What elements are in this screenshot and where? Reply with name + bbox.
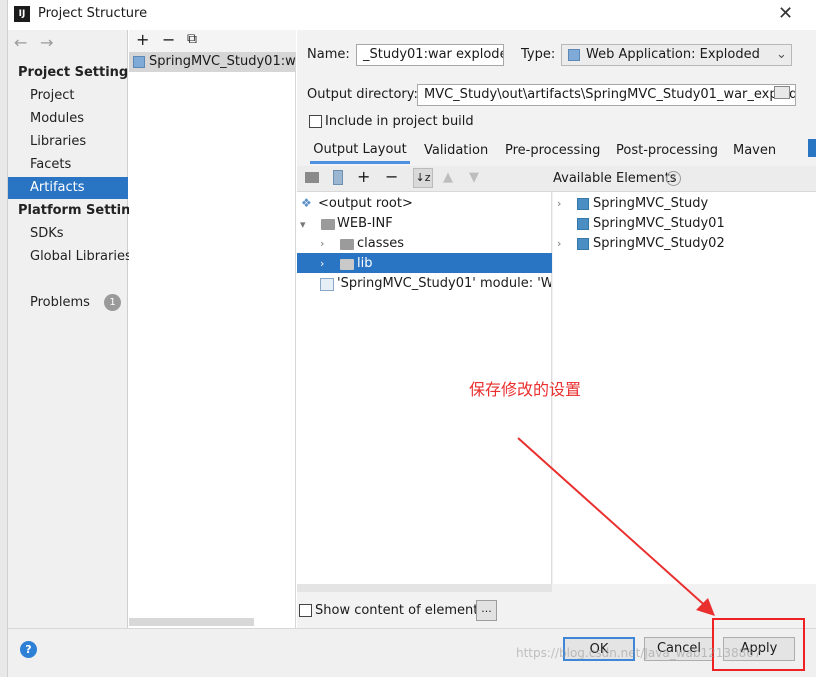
artifact-name-input[interactable]: _Study01:war exploded — [356, 44, 504, 66]
type-value: Web Application: Exploded — [586, 47, 760, 62]
artifacts-horizontal-scrollbar[interactable] — [129, 618, 254, 626]
artifact-type-dropdown[interactable]: Web Application: Exploded ⌄ — [561, 44, 792, 66]
tab-output-layout[interactable]: Output Layout — [310, 142, 410, 164]
artifact-list-item[interactable]: SpringMVC_Study01:war exploded — [129, 52, 296, 72]
back-arrow-icon[interactable]: ← — [14, 33, 27, 52]
sidebar-item-libraries[interactable]: Libraries — [30, 134, 86, 149]
include-in-build-checkbox[interactable] — [309, 115, 322, 128]
problems-count-badge: 1 — [104, 294, 121, 311]
artifacts-toolbar: + − ⧉ — [129, 30, 296, 52]
tree-row-selected-highlight — [297, 253, 552, 273]
sort-icon[interactable]: ↓z — [413, 168, 433, 188]
name-label: Name: — [307, 47, 350, 62]
module-icon — [577, 218, 589, 230]
help-circle-icon[interactable]: ? — [666, 171, 681, 186]
tree-item-classes[interactable]: classes — [357, 236, 404, 251]
folder-icon — [321, 219, 335, 230]
apply-highlight-box — [712, 618, 805, 671]
scroll-indicator — [808, 139, 816, 157]
module-icon — [577, 198, 589, 210]
sidebar-item-global-libraries[interactable]: Global Libraries — [30, 249, 132, 264]
sidebar-item-problems[interactable]: Problems — [30, 295, 90, 310]
sidebar-item-label: Artifacts — [30, 180, 85, 195]
create-directory-icon[interactable] — [305, 172, 319, 183]
sidebar-item-artifacts[interactable]: Artifacts — [8, 177, 128, 199]
background-window-edge — [0, 0, 8, 677]
expand-right-icon[interactable]: › — [320, 237, 324, 250]
expand-right-icon[interactable]: › — [320, 257, 324, 270]
tab-post-processing[interactable]: Post-processing — [616, 143, 718, 158]
help-icon[interactable]: ? — [20, 641, 37, 658]
folder-icon — [340, 259, 354, 270]
copy-icon[interactable]: ⧉ — [187, 31, 197, 47]
add-icon[interactable]: + — [136, 30, 149, 49]
expand-right-icon[interactable]: › — [557, 197, 561, 210]
expand-right-icon[interactable]: › — [557, 237, 561, 250]
available-item[interactable]: SpringMVC_Study — [593, 196, 708, 211]
sidebar-item-sdks[interactable]: SDKs — [30, 226, 64, 241]
remove-element-icon[interactable]: − — [385, 167, 398, 186]
output-directory-label: Output directory: — [307, 87, 418, 102]
include-in-build-label: Include in project build — [325, 114, 474, 129]
platform-settings-heading: Platform Settings — [18, 203, 148, 218]
show-content-checkbox[interactable] — [299, 604, 312, 617]
remove-icon[interactable]: − — [162, 30, 175, 49]
tab-pre-processing[interactable]: Pre-processing — [505, 143, 600, 158]
intellij-app-icon: IJ — [14, 6, 30, 22]
available-item[interactable]: SpringMVC_Study01 — [593, 216, 725, 231]
tab-validation[interactable]: Validation — [424, 143, 488, 158]
create-archive-icon[interactable] — [333, 170, 343, 185]
available-item[interactable]: SpringMVC_Study02 — [593, 236, 725, 251]
sidebar-item-facets[interactable]: Facets — [30, 157, 71, 172]
tab-maven[interactable]: Maven — [733, 143, 776, 158]
artifact-root-icon: ❖ — [301, 196, 312, 210]
tree-item-output-root[interactable]: <output root> — [318, 196, 413, 211]
type-label: Type: — [521, 47, 556, 62]
folder-icon — [340, 239, 354, 250]
add-copy-icon[interactable]: + — [357, 167, 370, 186]
output-directory-input[interactable]: MVC_Study\out\artifacts\SpringMVC_Study0… — [417, 84, 796, 106]
move-down-icon[interactable]: ▼ — [469, 170, 479, 185]
web-facet-icon — [320, 278, 334, 291]
annotation-text: 保存修改的设置 — [469, 380, 582, 399]
module-icon — [577, 238, 589, 250]
web-artifact-icon — [133, 56, 145, 68]
chevron-down-icon: ⌄ — [776, 47, 787, 62]
show-content-options-button[interactable]: ... — [476, 600, 497, 621]
forward-arrow-icon[interactable]: → — [40, 33, 53, 52]
watermark: https://blog.csdn.net/Java_wab12138867 — [516, 646, 762, 660]
web-artifact-icon — [568, 49, 580, 61]
window-title: Project Structure — [38, 6, 148, 21]
show-content-label: Show content of elements — [315, 603, 486, 618]
sidebar-item-project[interactable]: Project — [30, 88, 74, 103]
folder-browse-icon[interactable] — [774, 86, 790, 99]
close-icon[interactable]: ✕ — [778, 3, 793, 24]
tree-item-lib[interactable]: lib — [357, 256, 372, 271]
artifact-name: SpringMVC_Study01:war exploded — [149, 54, 296, 69]
artifacts-list-panel — [129, 30, 296, 628]
tree-item-web-inf[interactable]: WEB-INF — [337, 216, 393, 231]
expand-down-icon[interactable]: ▾ — [300, 218, 306, 231]
tree-item-web-module[interactable]: 'SpringMVC_Study01' module: 'Web' — [337, 276, 551, 291]
annotation-arrow — [517, 437, 715, 616]
sidebar-item-modules[interactable]: Modules — [30, 111, 84, 126]
project-settings-heading: Project Settings — [18, 65, 136, 80]
move-up-icon[interactable]: ▲ — [443, 170, 453, 185]
available-elements-label: Available Elements — [553, 171, 677, 186]
